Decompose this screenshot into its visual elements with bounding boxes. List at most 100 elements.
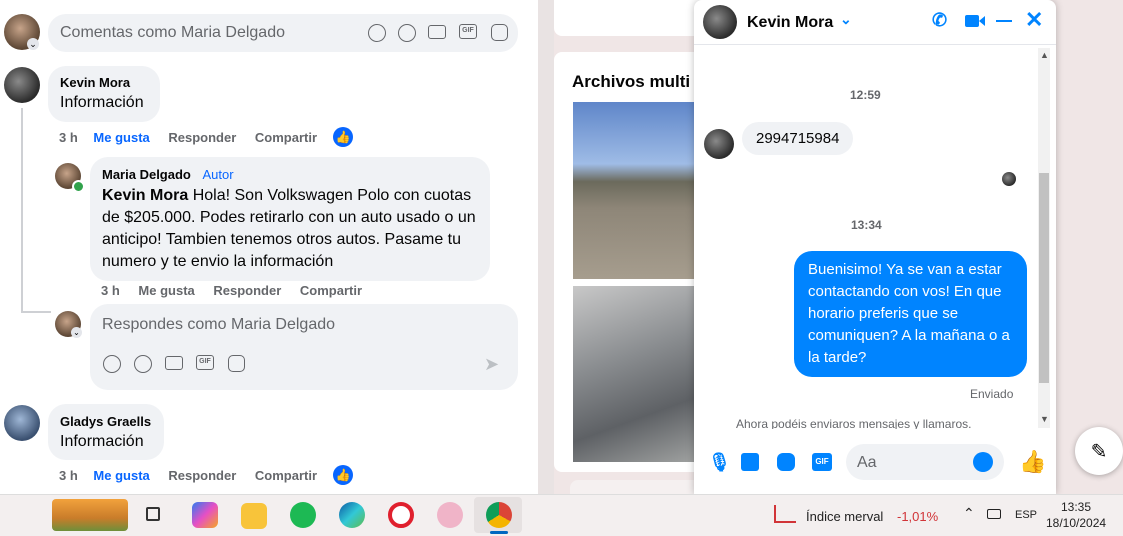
commenter-avatar[interactable] <box>4 405 40 441</box>
windows-taskbar: Índice merval -1,01% ⌃ ESP 13:35 18/10/2… <box>0 494 1123 536</box>
share-link[interactable]: Compartir <box>255 130 317 145</box>
share-link[interactable]: Compartir <box>300 283 362 298</box>
scroll-gutter <box>538 0 554 494</box>
camera-icon[interactable] <box>428 25 446 39</box>
chevron-down-icon[interactable]: ⌄ <box>840 11 852 28</box>
comment-actions: 3 h Me gusta Responder Compartir <box>59 130 317 145</box>
emoji-icon[interactable] <box>134 355 152 373</box>
video-call-icon[interactable] <box>965 15 979 27</box>
reply-text: Kevin Mora Hola! Son Volkswagen Polo con… <box>102 185 482 273</box>
card-partial <box>570 480 704 494</box>
thumbs-up-icon[interactable]: 👍 <box>1019 449 1046 475</box>
comment-bubble: Kevin Mora Información <box>48 66 160 122</box>
message-status: Enviado <box>970 387 1014 401</box>
comment-input-placeholder: Comentas como Maria Delgado <box>60 24 285 41</box>
close-icon[interactable]: ✕ <box>1025 7 1043 33</box>
media-thumbnail-stove[interactable] <box>573 286 703 462</box>
mention-link[interactable]: Kevin Mora <box>102 187 188 204</box>
sticker-icon[interactable] <box>228 355 245 372</box>
scroll-up-arrow[interactable]: ▲ <box>1040 50 1049 60</box>
reply-bubble: Maria Delgado Autor Kevin Mora Hola! Son… <box>90 157 490 281</box>
spotify-icon[interactable] <box>290 502 316 528</box>
timestamp: 13:34 <box>851 218 882 232</box>
comment-bubble: Gladys Graells Información <box>48 404 164 460</box>
file-explorer-icon[interactable] <box>241 503 267 529</box>
emoji-icon[interactable] <box>398 24 416 42</box>
minimize-icon[interactable] <box>996 20 1012 22</box>
gif-icon[interactable]: GIF <box>812 453 832 471</box>
clock-date[interactable]: 18/10/2024 <box>1046 516 1106 530</box>
share-link[interactable]: Compartir <box>255 468 317 483</box>
language-indicator[interactable]: ESP <box>1015 509 1037 521</box>
like-link[interactable]: Me gusta <box>138 283 194 298</box>
chrome-icon[interactable] <box>486 502 512 528</box>
scroll-down-arrow[interactable]: ▼ <box>1040 414 1049 424</box>
like-reaction-icon[interactable]: 👍 <box>333 465 353 485</box>
sticker-icon[interactable] <box>491 24 508 41</box>
gif-icon[interactable]: GIF <box>196 355 214 370</box>
avatar-sticker-icon[interactable] <box>368 24 386 42</box>
commenter-avatar[interactable] <box>4 67 40 103</box>
phone-icon[interactable]: ✆ <box>932 10 947 31</box>
reply-input-placeholder: Respondes como Maria Delgado <box>102 316 336 333</box>
comment-actions: 3 h Me gusta Responder Compartir <box>59 468 317 483</box>
chat-header: Kevin Mora ⌄ ✆ ✕ <box>694 0 1056 45</box>
comments-feed: ⌄ Comentas como Maria Delgado GIF Kevin … <box>0 0 538 494</box>
comment-time[interactable]: 3 h <box>59 130 78 145</box>
video-call-icon-lens <box>979 16 985 26</box>
opera-icon[interactable] <box>388 502 414 528</box>
like-reaction-icon[interactable]: 👍 <box>333 127 353 147</box>
outgoing-message[interactable]: Buenisimo! Ya se van a estar contactando… <box>794 251 1027 377</box>
camera-icon[interactable] <box>165 356 183 370</box>
battery-icon[interactable] <box>987 509 1001 519</box>
comment-author[interactable]: Kevin Mora <box>60 75 130 90</box>
new-message-button[interactable]: ✎ <box>1075 427 1123 475</box>
chat-scrollbar-thumb[interactable] <box>1039 173 1049 383</box>
thread-line <box>21 108 23 313</box>
chevron-down-icon[interactable]: ⌄ <box>27 38 39 50</box>
contact-avatar[interactable] <box>703 5 737 39</box>
media-thumbnail-road[interactable] <box>573 102 703 279</box>
stock-change[interactable]: -1,01% <box>897 509 938 524</box>
reply-link[interactable]: Responder <box>168 468 236 483</box>
microphone-icon[interactable]: 🎙 <box>708 452 731 473</box>
avatar-sticker-icon[interactable] <box>103 355 121 373</box>
contact-name[interactable]: Kevin Mora <box>747 14 833 32</box>
comment-input[interactable]: Comentas como Maria Delgado GIF <box>48 14 518 52</box>
reply-author: Maria Delgado Autor <box>102 167 234 182</box>
timestamp: 12:59 <box>850 88 881 102</box>
snipping-tool-icon[interactable] <box>437 502 463 528</box>
message-sender-avatar[interactable] <box>704 129 734 159</box>
reply-author-name[interactable]: Maria Delgado <box>102 167 191 182</box>
copilot-icon[interactable] <box>192 502 218 528</box>
reply-actions: 3 h Me gusta Responder Compartir <box>101 283 362 298</box>
stock-name[interactable]: Índice merval <box>806 509 883 524</box>
stock-chart-icon[interactable] <box>774 505 796 523</box>
emoji-icon[interactable] <box>973 452 993 472</box>
compose-icon: ✎ <box>1090 440 1108 463</box>
task-view-icon[interactable] <box>146 507 160 521</box>
chevron-down-icon[interactable]: ⌄ <box>71 327 82 338</box>
photo-icon[interactable] <box>741 453 759 471</box>
clock-time[interactable]: 13:35 <box>1061 500 1091 514</box>
reply-time[interactable]: 3 h <box>101 283 120 298</box>
incoming-message[interactable]: 2994715984 <box>742 122 854 155</box>
like-link[interactable]: Me gusta <box>93 468 149 483</box>
read-receipt-avatar <box>1002 172 1016 186</box>
online-status-icon <box>72 180 85 193</box>
reply-link[interactable]: Responder <box>213 283 281 298</box>
reply-link[interactable]: Responder <box>168 130 236 145</box>
gif-icon[interactable]: GIF <box>459 24 477 39</box>
comment-text: Información <box>60 433 144 450</box>
sticker-icon[interactable] <box>777 453 795 471</box>
message-input[interactable]: Aa <box>846 444 1004 480</box>
comment-time[interactable]: 3 h <box>59 468 78 483</box>
widgets-landscape-icon[interactable] <box>52 499 128 531</box>
chrome-active-indicator <box>490 531 508 534</box>
like-link[interactable]: Me gusta <box>93 130 149 145</box>
send-icon[interactable]: ➤ <box>484 354 499 375</box>
chevron-up-icon[interactable]: ⌃ <box>963 505 975 522</box>
comment-author[interactable]: Gladys Graells <box>60 414 151 429</box>
edge-icon[interactable] <box>339 502 365 528</box>
reply-input[interactable]: Respondes como Maria Delgado GIF ➤ <box>90 304 518 390</box>
